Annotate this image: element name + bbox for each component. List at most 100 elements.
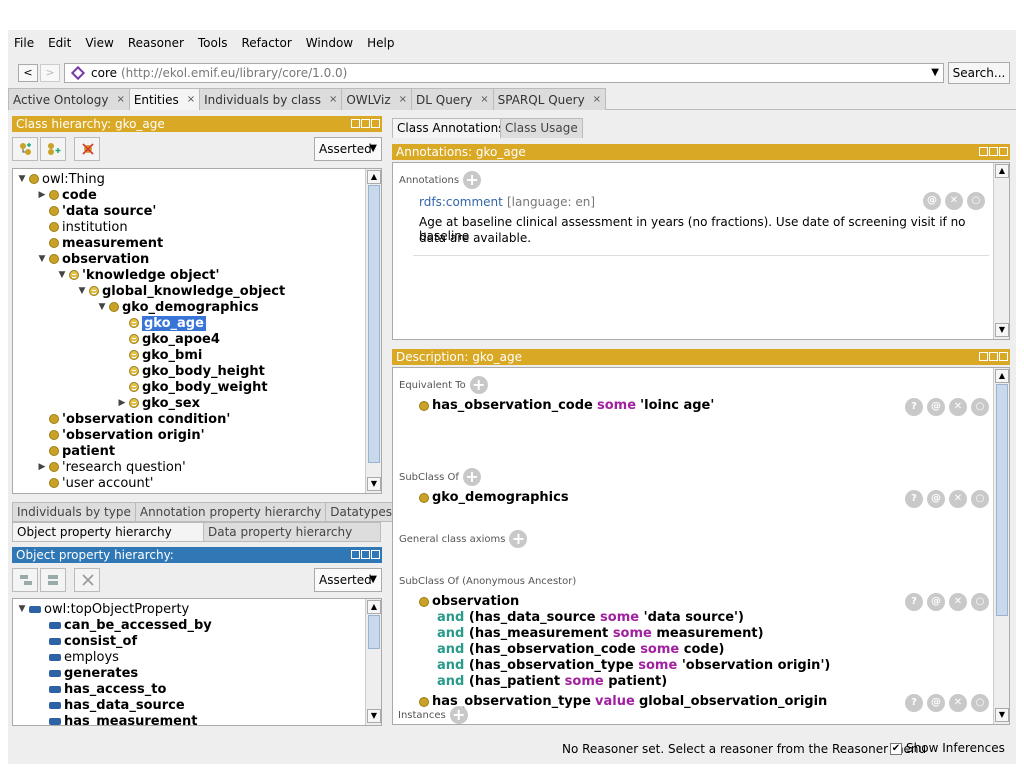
annotate-icon[interactable]: @ — [927, 694, 945, 712]
close-icon[interactable]: × — [480, 94, 488, 105]
delete-icon[interactable]: ✕ — [949, 593, 967, 611]
tab-datatypes[interactable]: Datatypes — [325, 502, 397, 522]
property-tree-item[interactable]: has_access_to — [37, 681, 166, 697]
tab-object-property-hierarchy[interactable]: Object property hierarchy — [12, 522, 204, 542]
class-tree-item[interactable]: institution — [37, 219, 128, 235]
class-tree-item[interactable]: measurement — [37, 235, 163, 251]
class-tree-item[interactable]: ▼ gko_demographics — [97, 299, 259, 315]
annotate-icon[interactable]: @ — [923, 192, 941, 210]
close-icon[interactable]: × — [329, 94, 337, 105]
menu-reasoner[interactable]: Reasoner — [128, 36, 184, 50]
delete-icon[interactable]: ✕ — [949, 694, 967, 712]
class-tree-item[interactable]: ▶ code — [37, 187, 97, 203]
add-general-axiom-icon[interactable]: + — [509, 530, 528, 548]
show-inferences-toggle[interactable]: ✔ Show Inferences — [890, 741, 1005, 755]
expanded-icon[interactable]: ▼ — [97, 302, 107, 312]
explain-icon[interactable]: ? — [905, 490, 923, 508]
class-tree-item[interactable]: 'data source' — [37, 203, 156, 219]
delete-icon[interactable]: ✕ — [945, 192, 963, 210]
collapsed-icon[interactable]: ▶ — [37, 190, 47, 200]
scroll-down-icon[interactable]: ▼ — [367, 709, 381, 723]
scroll-up-icon[interactable]: ▲ — [367, 600, 381, 614]
edit-icon[interactable]: ○ — [967, 192, 985, 210]
class-tree-item[interactable]: 'user account' — [37, 475, 153, 491]
tab-individuals-by-class[interactable]: Individuals by class × — [199, 88, 343, 110]
panel-window-controls[interactable] — [350, 550, 380, 559]
annotation-property[interactable]: rdfs:comment — [419, 195, 503, 209]
property-tree-item[interactable]: has_data_source — [37, 697, 185, 713]
collapsed-icon[interactable]: ▶ — [117, 398, 127, 408]
class-hierarchy-mode-select[interactable]: Asserted ▼ — [314, 137, 382, 161]
class-tree-item[interactable]: gko_apoe4 — [117, 331, 220, 347]
class-tree-item[interactable]: ▶ gko_sex — [117, 395, 200, 411]
expanded-icon[interactable]: ▼ — [37, 254, 47, 264]
property-tree-scrollbar[interactable]: ▲ ▼ — [365, 599, 381, 725]
scroll-up-icon[interactable]: ▲ — [995, 164, 1009, 178]
tab-data-property-hierarchy[interactable]: Data property hierarchy — [203, 522, 381, 542]
expanded-icon[interactable]: ▼ — [57, 270, 67, 280]
ontology-selector[interactable]: core (http://ekol.emif.eu/library/core/1… — [64, 63, 944, 83]
delete-class-button[interactable] — [74, 137, 100, 161]
annotate-icon[interactable]: @ — [927, 490, 945, 508]
menu-view[interactable]: View — [85, 36, 113, 50]
panel-window-controls[interactable] — [978, 147, 1008, 156]
annotate-icon[interactable]: @ — [927, 398, 945, 416]
property-tree-item[interactable]: employs — [37, 649, 119, 665]
delete-icon[interactable]: ✕ — [949, 490, 967, 508]
tab-active-ontology[interactable]: Active Ontology × — [8, 88, 130, 110]
add-sub-property-button[interactable] — [12, 568, 38, 592]
panel-window-controls[interactable] — [350, 119, 380, 128]
scroll-down-icon[interactable]: ▼ — [995, 323, 1009, 337]
menu-tools[interactable]: Tools — [198, 36, 228, 50]
class-tree-item[interactable]: gko_bmi — [117, 347, 202, 363]
class-tree-item[interactable]: ▶ 'research question' — [37, 459, 186, 475]
expanded-icon[interactable]: ▼ — [17, 174, 27, 184]
tab-entities[interactable]: Entities × — [128, 88, 201, 110]
property-tree-item[interactable]: generates — [37, 665, 138, 681]
chevron-down-icon[interactable]: ▼ — [931, 67, 939, 78]
class-tree-item[interactable]: gko_body_weight — [117, 379, 268, 395]
menu-edit[interactable]: Edit — [48, 36, 71, 50]
expanded-icon[interactable]: ▼ — [17, 604, 27, 614]
property-tree-item[interactable]: can_be_accessed_by — [37, 617, 212, 633]
scroll-down-icon[interactable]: ▼ — [367, 477, 381, 491]
tab-sparql-query[interactable]: SPARQL Query × — [492, 88, 607, 110]
class-tree-item[interactable]: ▼ owl:Thing — [17, 171, 105, 187]
edit-icon[interactable]: ○ — [971, 398, 989, 416]
class-tree-item[interactable]: ▼ observation — [37, 251, 150, 267]
tab-owlviz[interactable]: OWLViz × — [341, 88, 413, 110]
tab-class-annotations[interactable]: Class Annotations — [392, 118, 510, 138]
delete-property-button[interactable] — [74, 568, 100, 592]
menu-window[interactable]: Window — [306, 36, 353, 50]
annotations-scrollbar[interactable]: ▲ ▼ — [993, 163, 1009, 339]
annotate-icon[interactable]: @ — [927, 593, 945, 611]
explain-icon[interactable]: ? — [905, 694, 923, 712]
collapsed-icon[interactable]: ▶ — [37, 462, 47, 472]
value-axiom[interactable]: has_observation_type value global_observ… — [419, 694, 827, 709]
tab-dl-query[interactable]: DL Query × — [411, 88, 494, 110]
tab-class-usage[interactable]: Class Usage — [500, 118, 583, 138]
class-tree-scrollbar[interactable]: ▲ ▼ — [365, 169, 381, 493]
scroll-thumb[interactable] — [368, 185, 380, 463]
edit-icon[interactable]: ○ — [971, 490, 989, 508]
class-tree-item[interactable]: ▼ global_knowledge_object — [77, 283, 286, 299]
panel-window-controls[interactable] — [978, 352, 1008, 361]
add-superclass-icon[interactable]: + — [462, 468, 481, 486]
edit-icon[interactable]: ○ — [971, 694, 989, 712]
close-icon[interactable]: × — [187, 94, 195, 105]
class-tree-item[interactable]: 'observation condition' — [37, 411, 230, 427]
explain-icon[interactable]: ? — [905, 398, 923, 416]
property-tree-item[interactable]: consist_of — [37, 633, 137, 649]
edit-icon[interactable]: ○ — [971, 593, 989, 611]
class-tree-item[interactable]: patient — [37, 443, 115, 459]
menu-refactor[interactable]: Refactor — [241, 36, 291, 50]
anonymous-ancestor-head[interactable]: observation — [419, 594, 519, 609]
expanded-icon[interactable]: ▼ — [77, 286, 87, 296]
add-sibling-property-button[interactable] — [40, 568, 66, 592]
scroll-thumb[interactable] — [996, 384, 1008, 616]
property-tree-item[interactable]: has_measurement — [37, 713, 197, 725]
add-equivalent-icon[interactable]: + — [469, 376, 488, 394]
property-hierarchy-mode-select[interactable]: Asserted ▼ — [314, 568, 382, 592]
class-tree-item[interactable]: ▼ 'knowledge object' — [57, 267, 220, 283]
scroll-down-icon[interactable]: ▼ — [995, 708, 1009, 722]
